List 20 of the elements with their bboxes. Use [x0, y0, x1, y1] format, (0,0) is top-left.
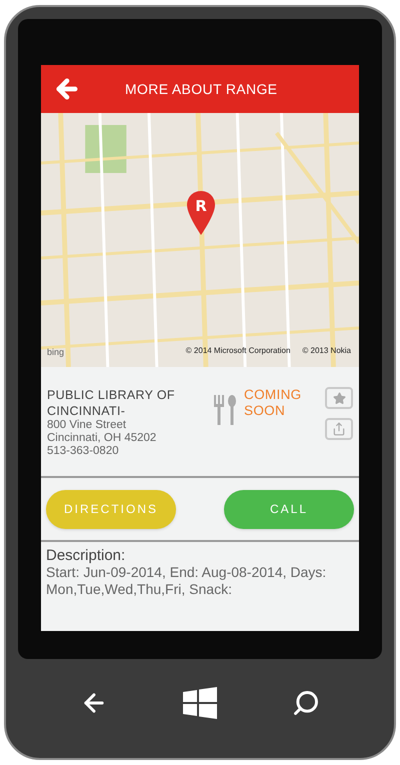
place-name: PUBLIC LIBRARY OF CINCINNATI- — [47, 387, 176, 419]
description-heading: Description: — [46, 548, 126, 564]
windows-logo-icon[interactable] — [182, 686, 217, 718]
action-button[interactable]: CALL — [224, 490, 354, 528]
map-pin-icon: R — [187, 191, 215, 235]
address-line: Cincinnati, OH 45202 — [47, 432, 158, 445]
map-attribution: © 2014 Microsoft Corporation — [186, 345, 290, 357]
map-attribution: © 2013 Nokia — [302, 345, 351, 357]
search-icon[interactable] — [292, 688, 320, 716]
fork-spoon-icon — [212, 395, 238, 425]
share-icon — [332, 422, 346, 436]
description-text: Start: Jun-09-2014, End: Aug-08-2014, Days: Mon,Tue,Wed,Thu,Fri, Snack: — [46, 564, 328, 598]
header-title: MORE ABOUT RANGE — [125, 80, 278, 98]
star-icon — [332, 392, 346, 404]
map-view[interactable]: R bing © 2014 Microsoft Corporation © 2013 Nokia — [41, 113, 359, 367]
status-label: COMING SOON — [244, 387, 303, 420]
address-line: 513-363-0820 — [47, 445, 120, 458]
action-button[interactable]: DIRECTIONS — [46, 490, 176, 528]
address-line: 800 Vine Street — [47, 419, 128, 432]
bing-logo: bing — [47, 346, 64, 359]
